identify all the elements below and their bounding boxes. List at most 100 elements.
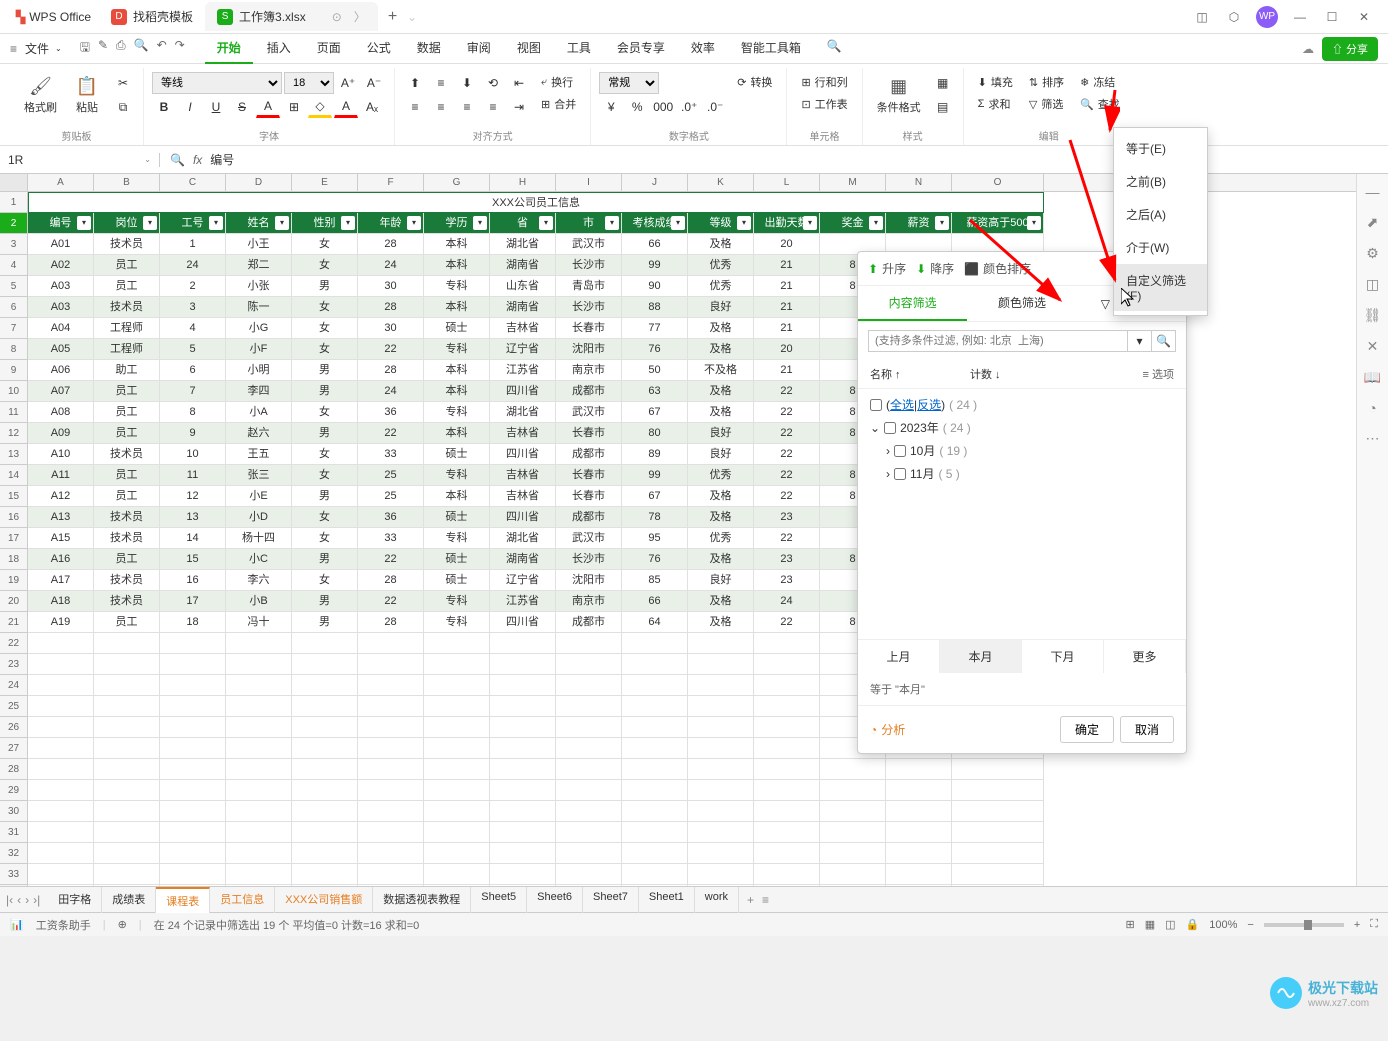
cell[interactable]: 女 (292, 255, 358, 276)
count-header[interactable]: 计数 ↓ (970, 366, 1001, 382)
cell[interactable] (490, 759, 556, 780)
cell[interactable]: 优秀 (688, 255, 754, 276)
cell[interactable]: 员工 (94, 381, 160, 402)
align-bottom-icon[interactable]: ⬇ (455, 72, 479, 94)
cell[interactable] (160, 822, 226, 843)
cell[interactable]: 及格 (688, 318, 754, 339)
cell[interactable] (688, 843, 754, 864)
cell[interactable]: 男 (292, 423, 358, 444)
cell[interactable]: 4 (160, 318, 226, 339)
color-filter-tab[interactable]: 颜色筛选 (967, 286, 1076, 321)
cell[interactable]: 工程师 (94, 339, 160, 360)
ok-button[interactable]: 确定 (1060, 716, 1114, 743)
share-button[interactable]: ⇧ 分享 (1322, 37, 1378, 61)
cell[interactable] (886, 801, 952, 822)
cell[interactable] (754, 801, 820, 822)
sort-desc-button[interactable]: ⬇降序 (916, 260, 954, 277)
cell[interactable] (424, 843, 490, 864)
filter-dropdown-icon[interactable]: ▾ (209, 216, 223, 230)
justify-icon[interactable]: ≡ (481, 96, 505, 118)
cell[interactable] (556, 843, 622, 864)
more-icon[interactable]: ⋯ (1366, 430, 1380, 447)
cell[interactable] (292, 696, 358, 717)
cell[interactable]: 女 (292, 339, 358, 360)
align-middle-icon[interactable]: ≡ (429, 72, 453, 94)
save-icon[interactable]: 🖫 (80, 38, 90, 59)
cell[interactable]: 薪资▾ (886, 213, 952, 234)
zoom-label[interactable]: 100% (1209, 919, 1237, 931)
cell[interactable] (424, 654, 490, 675)
cell[interactable] (358, 864, 424, 885)
cell[interactable] (160, 717, 226, 738)
sheet-tab[interactable]: Sheet5 (471, 887, 527, 913)
cell[interactable]: 长沙市 (556, 297, 622, 318)
apps-icon[interactable]: ◫ (1186, 3, 1218, 31)
clear-format-button[interactable]: Aₓ (360, 96, 384, 118)
cell[interactable]: 女 (292, 234, 358, 255)
cell[interactable] (820, 885, 886, 886)
cell[interactable] (490, 822, 556, 843)
print-icon[interactable]: ⎙ (116, 38, 126, 59)
tab-review[interactable]: 审阅 (455, 33, 503, 64)
cell[interactable]: 及格 (688, 612, 754, 633)
cell[interactable]: 88 (622, 297, 688, 318)
cell[interactable] (424, 801, 490, 822)
cell[interactable]: 湖南省 (490, 297, 556, 318)
cell[interactable] (952, 759, 1044, 780)
filter-dropdown-icon[interactable]: ▾ (671, 216, 685, 230)
cell[interactable]: 25 (358, 465, 424, 486)
cell[interactable]: 青岛市 (556, 276, 622, 297)
cell[interactable] (952, 822, 1044, 843)
sheet-tab[interactable]: 员工信息 (210, 887, 275, 913)
cell[interactable] (94, 885, 160, 886)
cell[interactable] (94, 675, 160, 696)
sheet-tab[interactable]: Sheet7 (583, 887, 639, 913)
row-header[interactable]: 1 (0, 192, 28, 213)
cell[interactable] (160, 801, 226, 822)
cell[interactable]: 硕士 (424, 549, 490, 570)
filter-button[interactable]: ▽ 筛选 (1023, 94, 1070, 114)
cell[interactable] (292, 654, 358, 675)
cell[interactable]: 李六 (226, 570, 292, 591)
cell[interactable]: 专科 (424, 402, 490, 423)
cell[interactable] (28, 633, 94, 654)
cell[interactable] (754, 885, 820, 886)
cell[interactable]: 及格 (688, 486, 754, 507)
cell[interactable]: 硕士 (424, 507, 490, 528)
cell[interactable] (226, 759, 292, 780)
cell[interactable] (556, 864, 622, 885)
cell[interactable]: 四川省 (490, 381, 556, 402)
col-header-F[interactable]: F (358, 174, 424, 191)
sum-button[interactable]: Σ 求和 (972, 94, 1019, 114)
align-center-icon[interactable]: ≡ (429, 96, 453, 118)
cell[interactable]: 17 (160, 591, 226, 612)
sheet-tab[interactable]: work (695, 887, 739, 913)
cell[interactable] (622, 633, 688, 654)
row-header[interactable]: 12 (0, 423, 28, 444)
cell[interactable]: 85 (622, 570, 688, 591)
filter-dropdown-icon[interactable]: ▾ (737, 216, 751, 230)
more-button[interactable]: 更多 (1104, 640, 1186, 673)
col-header-J[interactable]: J (622, 174, 688, 191)
cell[interactable] (160, 780, 226, 801)
cell[interactable]: 男 (292, 276, 358, 297)
cell[interactable] (226, 780, 292, 801)
cell[interactable] (160, 633, 226, 654)
cell[interactable]: 10 (160, 444, 226, 465)
cell[interactable] (490, 696, 556, 717)
cell[interactable]: 28 (358, 297, 424, 318)
cell[interactable] (556, 801, 622, 822)
link-icon[interactable]: ⛓ (1364, 307, 1382, 324)
cell[interactable]: 20 (754, 339, 820, 360)
col-header-K[interactable]: K (688, 174, 754, 191)
copy-icon[interactable]: ⧉ (111, 96, 135, 118)
tab-menu-icon[interactable]: ⊙ (332, 10, 342, 24)
cell[interactable]: 等级▾ (688, 213, 754, 234)
col-header-M[interactable]: M (820, 174, 886, 191)
cell[interactable] (688, 759, 754, 780)
filter-dropdown-icon[interactable]: ▾ (803, 216, 817, 230)
cell[interactable]: 25 (358, 486, 424, 507)
cell[interactable]: 长春市 (556, 486, 622, 507)
cell[interactable]: 湖南省 (490, 255, 556, 276)
cell[interactable]: 冯十 (226, 612, 292, 633)
